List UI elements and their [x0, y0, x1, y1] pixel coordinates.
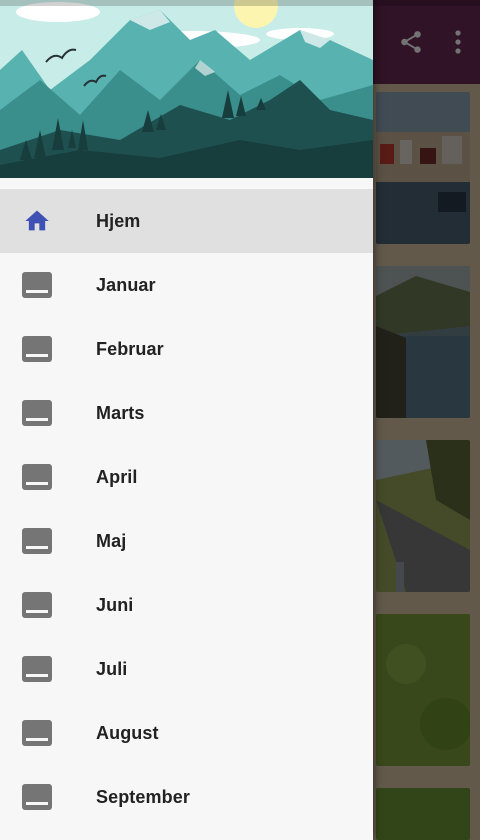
drawer-item-label: Marts: [96, 402, 145, 423]
drawer-item-label: April: [96, 466, 138, 487]
image-icon: [22, 591, 52, 619]
drawer-item-label: Hjem: [96, 210, 141, 231]
drawer-status-bar: [0, 0, 373, 6]
image-icon: [22, 527, 52, 555]
drawer-item-januar[interactable]: Januar: [0, 253, 373, 317]
image-icon: [22, 335, 52, 363]
drawer-item-label: Februar: [96, 338, 164, 359]
home-icon: [22, 207, 52, 235]
image-icon: [22, 783, 52, 811]
drawer-item-label: Januar: [96, 274, 156, 295]
image-icon: [22, 271, 52, 299]
image-icon: [22, 655, 52, 683]
drawer-item-september[interactable]: September: [0, 765, 373, 829]
drawer-item-label: Juni: [96, 594, 134, 615]
drawer-item-marts[interactable]: Marts: [0, 381, 373, 445]
drawer-item-label: August: [96, 722, 159, 743]
drawer-item-label: Maj: [96, 530, 127, 551]
drawer-item-februar[interactable]: Februar: [0, 317, 373, 381]
drawer-item-august[interactable]: August: [0, 701, 373, 765]
drawer-item-juli[interactable]: Juli: [0, 637, 373, 701]
drawer-item-juni[interactable]: Juni: [0, 573, 373, 637]
drawer-menu: Hjem Januar Februar Marts April Maj Juni…: [0, 189, 373, 829]
drawer-item-hjem[interactable]: Hjem: [0, 189, 373, 253]
drawer-item-maj[interactable]: Maj: [0, 509, 373, 573]
drawer-item-april[interactable]: April: [0, 445, 373, 509]
image-icon: [22, 719, 52, 747]
image-icon: [22, 399, 52, 427]
drawer-item-label: Juli: [96, 658, 128, 679]
drawer-header-illustration: [0, 0, 373, 178]
navigation-drawer: Hjem Januar Februar Marts April Maj Juni…: [0, 0, 373, 840]
image-icon: [22, 463, 52, 491]
drawer-item-label: September: [96, 786, 190, 807]
